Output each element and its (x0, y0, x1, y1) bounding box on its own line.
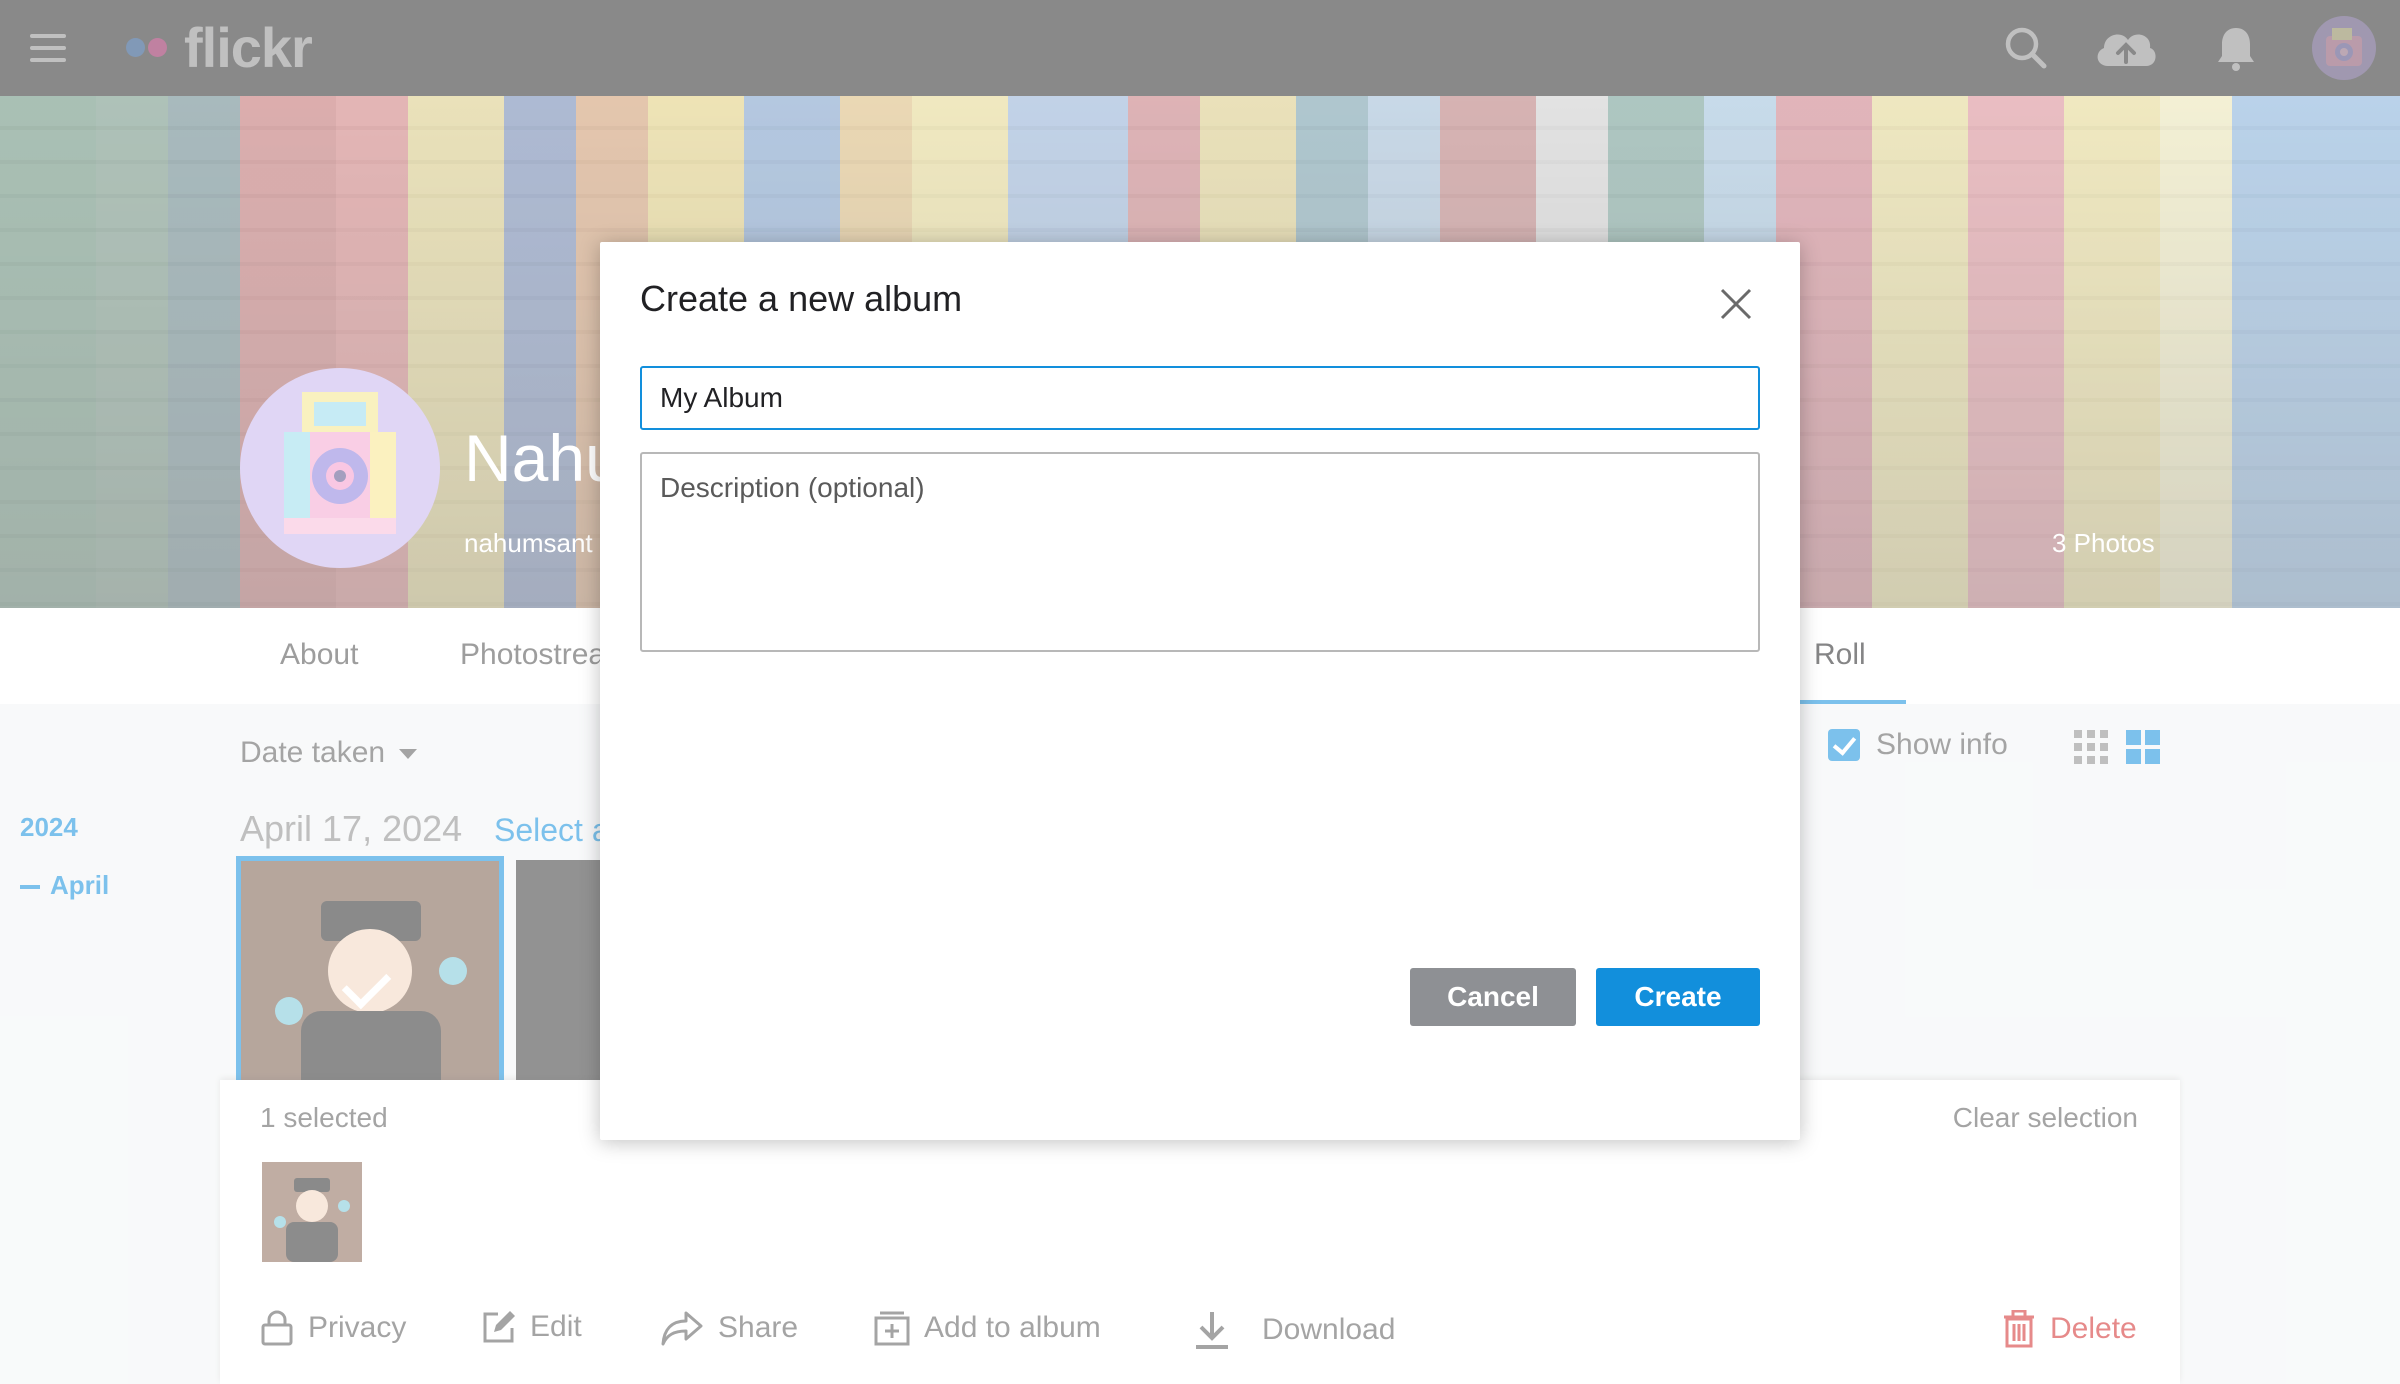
create-album-dialog: Create a new album Cancel Create (600, 242, 1800, 1140)
album-name-input[interactable] (640, 366, 1760, 430)
nav-dim (0, 0, 2400, 96)
album-description-input[interactable] (640, 452, 1760, 652)
dialog-title: Create a new album (640, 278, 963, 319)
create-button[interactable]: Create (1596, 968, 1760, 1026)
close-icon[interactable] (1718, 286, 1754, 322)
cancel-button[interactable]: Cancel (1410, 968, 1576, 1026)
